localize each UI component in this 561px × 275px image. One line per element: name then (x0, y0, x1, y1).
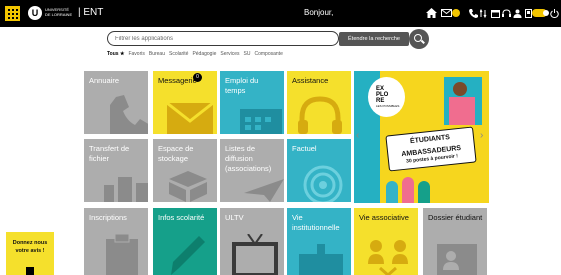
phone-icon[interactable] (468, 7, 478, 19)
tile-ultv-label: ULTV (225, 213, 244, 222)
filter-component[interactable]: Composante (255, 51, 283, 57)
transfer-icon[interactable] (479, 7, 489, 19)
tile-annuaire-label: Annuaire (89, 76, 120, 85)
paper-plane-icon (244, 179, 284, 202)
clipboard-icon (106, 234, 138, 275)
category-filters: Tous ★ Favoris Bureau Scolarité Pédagogi… (107, 51, 287, 57)
headset-icon (298, 96, 342, 134)
tile-vie-institutionnelle[interactable]: Vie institutionnelle (287, 208, 351, 275)
tile-ultv[interactable]: ULTV (220, 208, 284, 275)
app-name: | ENT (78, 7, 104, 18)
feedback-handle (26, 267, 34, 275)
carousel-next-icon[interactable]: › (480, 130, 488, 142)
accessibility-toggle[interactable] (532, 9, 549, 17)
unread-badge: 0 (193, 73, 202, 82)
user-icon[interactable] (512, 7, 522, 19)
tile-espace-stockage[interactable]: Espace de stockage (153, 139, 217, 202)
tile-annuaire[interactable]: Annuaire (84, 71, 148, 134)
mail-icon[interactable] (440, 7, 452, 19)
box-icon (169, 171, 207, 202)
student-illustration (444, 77, 482, 125)
filter-pedagogy[interactable]: Pédagogie (192, 51, 216, 57)
tile-stockage-label: Espace de stockage (158, 144, 194, 163)
search-icon[interactable] (409, 29, 429, 49)
tile-listes-label: Listes de diffusion (associations) (225, 144, 272, 173)
feedback-text: Donnez nous votre avis ! (12, 240, 48, 254)
tile-listes-diffusion[interactable]: Listes de diffusion (associations) (220, 139, 284, 202)
tile-inscriptions[interactable]: Inscriptions (84, 208, 148, 275)
students-illustration (384, 171, 444, 203)
filter-services[interactable]: Services (220, 51, 239, 57)
target-icon (303, 165, 343, 202)
university-name: UNIVERSITÉ DE LORRAINE (45, 7, 73, 17)
home-icon[interactable] (425, 7, 437, 19)
student-folder-icon (437, 244, 477, 275)
tile-factuel-label: Factuel (292, 144, 317, 153)
building-icon (299, 244, 343, 275)
tile-transfert-label: Transfert de fichier (89, 144, 130, 163)
extend-search-button[interactable]: Étendre la recherche (339, 32, 409, 46)
tile-emploi-label: Emploi du temps (225, 76, 259, 95)
filter-applications-input[interactable] (107, 31, 339, 46)
tile-inscriptions-label: Inscriptions (89, 213, 127, 222)
top-bar: U UNIVERSITÉ DE LORRAINE | ENT Bonjour, (0, 0, 561, 27)
power-icon[interactable] (549, 7, 559, 19)
tile-dossier-label: Dossier étudiant (428, 213, 483, 222)
filter-su[interactable]: SU (244, 51, 251, 57)
greeting: Bonjour, (304, 8, 334, 17)
envelope-icon (167, 103, 213, 134)
tile-dossier-etudiant[interactable]: Dossier étudiant (423, 208, 487, 275)
tile-messagerie[interactable]: Messagerie 0 (153, 71, 217, 134)
carousel-prev-icon[interactable]: ‹ (356, 130, 364, 142)
tile-assistance-label: Assistance (292, 76, 329, 85)
filter-all[interactable]: Tous ★ (107, 51, 124, 57)
tv-icon (232, 234, 278, 275)
calendar-icon (240, 109, 282, 134)
ambassador-sign: ÉTUDIANTS AMBASSADEURS 30 postes à pourv… (385, 126, 477, 172)
explore-logo: EX PLO RE LES POSSIBLES (368, 77, 405, 117)
headset-icon[interactable] (501, 7, 511, 19)
phone-icon (110, 95, 148, 134)
app-grid-button[interactable] (5, 6, 20, 21)
tile-emploi-du-temps[interactable]: Emploi du temps (220, 71, 284, 134)
tile-infos-scolarite[interactable]: Infos scolarité (153, 208, 217, 275)
tile-vie-asso-label: Vie associative (359, 213, 409, 222)
tile-messagerie-label: Messagerie (158, 76, 197, 85)
group-icon (368, 240, 408, 275)
filter-schooling[interactable]: Scolarité (169, 51, 188, 57)
pen-icon (171, 236, 205, 275)
filter-favorites[interactable]: Favoris (128, 51, 144, 57)
promo-banner[interactable]: EX PLO RE LES POSSIBLES ÉTUDIANTS AMBASS… (354, 71, 489, 203)
tile-factuel[interactable]: Factuel (287, 139, 351, 202)
tile-vie-associative[interactable]: Vie associative (354, 208, 418, 275)
feedback-widget[interactable]: Donnez nous votre avis ! (6, 232, 54, 275)
university-logo[interactable]: U (28, 6, 42, 20)
tile-transfert[interactable]: Transfert de fichier (84, 139, 148, 202)
tile-infos-label: Infos scolarité (158, 213, 205, 222)
tile-assistance[interactable]: Assistance (287, 71, 351, 134)
notification-dot (452, 9, 460, 17)
filter-office[interactable]: Bureau (149, 51, 165, 57)
transfer-icon (104, 177, 148, 202)
calendar-icon[interactable] (490, 7, 500, 19)
tile-vie-inst-label: Vie institutionnelle (292, 213, 340, 232)
